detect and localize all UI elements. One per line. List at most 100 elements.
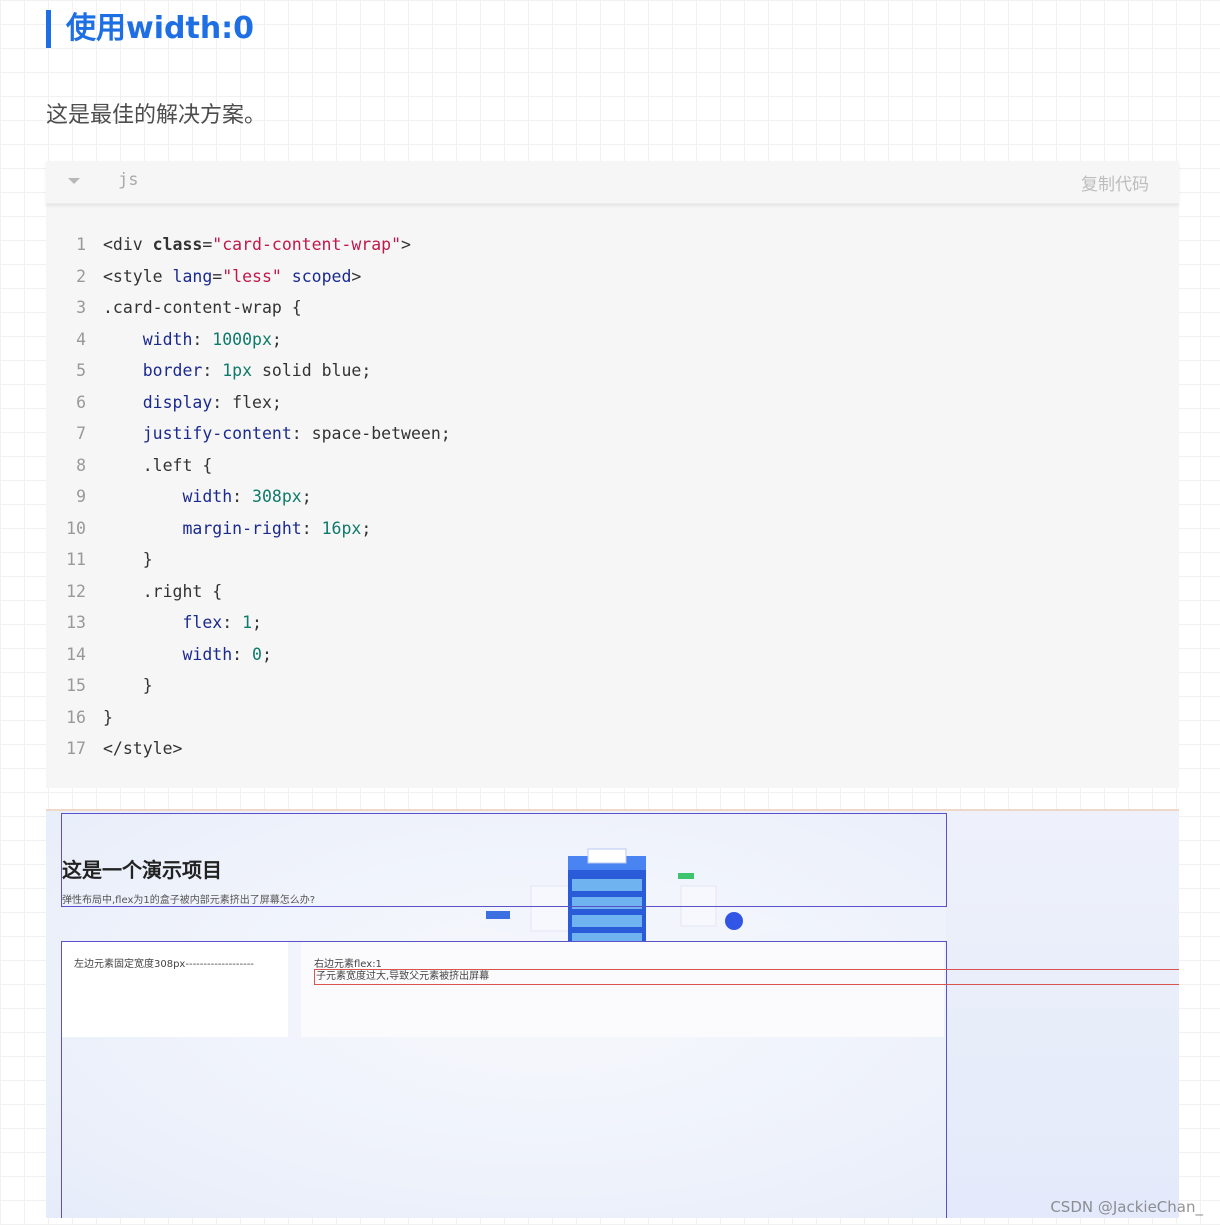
code-token: > — [401, 235, 411, 254]
code-token: = — [212, 266, 223, 286]
code-line: 4 width: 1000px; — [46, 324, 1179, 356]
line-number: 6 — [76, 392, 86, 412]
code-token: : — [192, 329, 213, 349]
code-token: solid blue; — [252, 361, 372, 380]
code-token: : — [291, 424, 312, 443]
demo-title: 这是一个演示项目 — [62, 858, 222, 882]
code-token: > — [351, 266, 362, 286]
line-number: 1 — [76, 235, 86, 254]
code-token: "less" — [222, 266, 282, 286]
line-number: 13 — [66, 613, 86, 632]
code-token: } — [142, 676, 153, 695]
line-number: 2 — [76, 266, 86, 286]
section-heading: 使用width:0 — [46, 10, 254, 48]
code-line: 7 justify-content: space-between; — [46, 418, 1179, 450]
code-token: scoped — [291, 266, 352, 286]
code-language-label: js — [118, 170, 139, 190]
code-block-header: js 复制代码 — [46, 161, 1179, 204]
code-line: 6 display: flex; — [46, 387, 1179, 419]
code-token: space-between; — [311, 424, 451, 443]
code-token: width — [182, 487, 233, 506]
code-token: 1 — [242, 613, 253, 632]
demo-left-card-text: 左边元素固定宽度308px------------------- — [74, 959, 254, 970]
code-line: 1 <div class="card-content-wrap"> — [46, 229, 1179, 261]
code-token: width — [182, 644, 233, 664]
code-token: .card-content-wrap { — [103, 298, 302, 317]
code-token: 308px — [252, 487, 302, 506]
demo-right-card — [301, 942, 944, 1037]
line-number: 11 — [66, 550, 86, 569]
demo-right-card-text: 右边元素flex:1 — [314, 959, 382, 970]
code-token: .right { — [142, 581, 223, 601]
code-line: 14 width: 0; — [46, 639, 1179, 671]
code-token: 16px — [321, 518, 362, 538]
code-token: width — [142, 329, 193, 349]
code-line: 9 width: 308px; — [46, 481, 1179, 513]
collapse-caret-icon[interactable] — [68, 178, 80, 184]
code-lines: 1 <div class="card-content-wrap"> 2 <style … — [46, 229, 1179, 765]
code-token: : — [301, 518, 322, 538]
line-number: 12 — [66, 581, 86, 601]
code-line: 10 margin-right: 16px; — [46, 513, 1179, 545]
code-line: 3 .card-content-wrap { — [46, 292, 1179, 324]
code-token: flex — [182, 613, 223, 632]
line-number: 10 — [66, 518, 86, 538]
line-number: 9 — [76, 487, 86, 506]
code-token: : — [212, 392, 233, 412]
code-line: 15 } — [46, 670, 1179, 702]
code-token: : — [202, 361, 223, 380]
code-token: <div — [103, 235, 153, 254]
line-number: 8 — [76, 455, 86, 475]
csdn-watermark: CSDN @JackieChan_ — [1050, 1198, 1203, 1216]
line-number: 15 — [66, 676, 86, 695]
copy-code-button[interactable]: 复制代码 — [1081, 170, 1149, 195]
code-line: 16} — [46, 702, 1179, 734]
code-line: 17 </style> — [46, 733, 1179, 765]
line-number: 16 — [66, 707, 86, 727]
code-token: margin-right — [182, 518, 302, 538]
code-token: 1px — [222, 361, 253, 380]
demo-screenshot: 这是一个演示项目 弹性布局中,flex为1的盒子被内部元素挤出了屏幕怎么办? 左… — [46, 809, 1179, 1218]
demo-overflow-child: 子元素宽度过大,导致父元素被挤出屏幕 — [314, 969, 1179, 985]
code-token: class — [152, 235, 203, 254]
code-token: .left { — [142, 455, 213, 475]
code-token: <style — [103, 266, 173, 286]
line-number: 17 — [66, 739, 86, 758]
line-number: 5 — [76, 361, 86, 380]
line-number: 7 — [76, 424, 86, 443]
code-token: "card-content-wrap" — [212, 235, 402, 254]
demo-subtitle: 弹性布局中,flex为1的盒子被内部元素挤出了屏幕怎么办? — [62, 895, 316, 906]
code-line: 12 .right { — [46, 576, 1179, 608]
code-token: lang — [172, 266, 213, 286]
code-token: } — [142, 550, 153, 569]
code-line: 11 } — [46, 544, 1179, 576]
code-token: : — [232, 487, 253, 506]
code-token: </style> — [103, 739, 183, 758]
code-token: 0 — [252, 644, 262, 664]
code-line: 5 border: 1px solid blue; — [46, 355, 1179, 387]
code-token: ; — [261, 644, 272, 664]
code-token: ; — [301, 487, 312, 506]
line-number: 3 — [76, 298, 86, 317]
code-token: 1000px — [212, 329, 272, 349]
code-token: : — [232, 644, 253, 664]
code-line: 2 <style lang="less" scoped> — [46, 261, 1179, 293]
line-number: 14 — [66, 644, 86, 664]
code-token: } — [103, 707, 113, 727]
code-token: : — [222, 613, 243, 632]
code-block: js 复制代码 1 <div class="card-content-wrap">… — [46, 161, 1179, 788]
code-token: border — [142, 361, 203, 380]
code-token: justify-content — [142, 424, 292, 443]
code-token: = — [202, 235, 213, 254]
